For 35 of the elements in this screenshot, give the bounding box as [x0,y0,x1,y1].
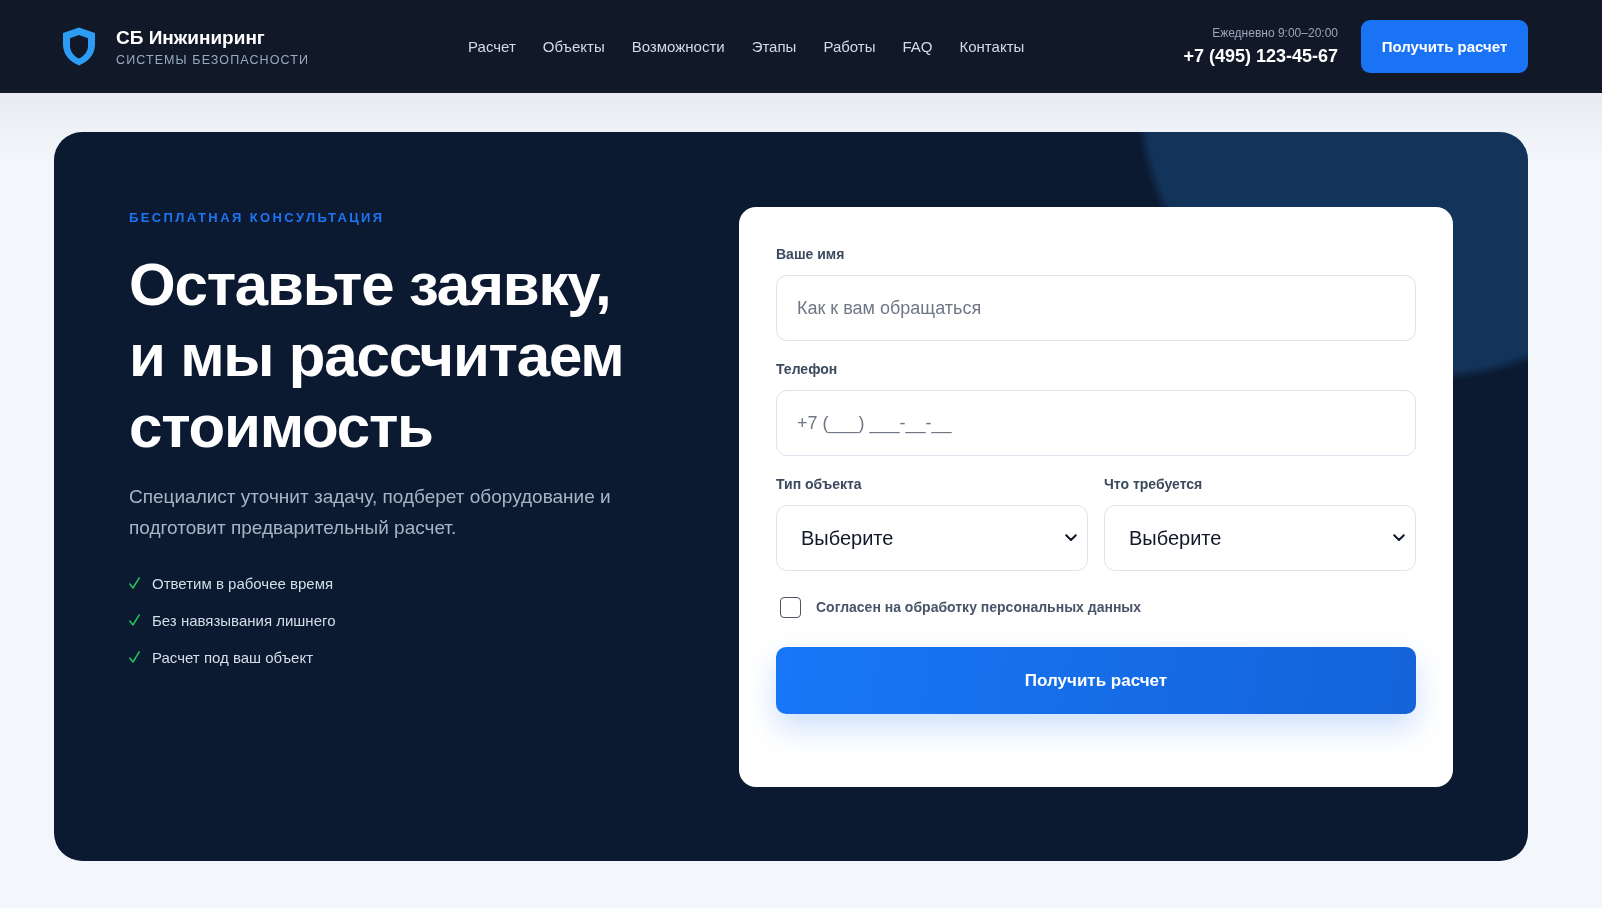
header-cta-button[interactable]: Получить расчет [1361,20,1528,73]
consent-checkbox[interactable] [780,596,801,618]
nav-link[interactable]: Работы [823,38,876,55]
input-field[interactable]: Как к вам обращаться [776,275,1416,341]
nav-link[interactable]: Объекты [542,38,605,55]
chevron-down-icon [1065,534,1077,542]
nav-link[interactable]: Возможности [631,38,725,55]
phone-number: +7 (495) 123-45-67 [1183,45,1338,67]
field-label: Что требуется [1104,475,1203,493]
field-label: Ваше имя [776,245,845,263]
hero-heading: Оставьте заявку, и мы рассчитаем стоимость [129,250,625,462]
field-label: Телефон [776,360,838,378]
consent-label: Согласен на обработку персональных данных [816,599,1142,615]
brand-tagline: СИСТЕМЫ БЕЗОПАСНОСТИ [116,51,309,68]
benefit-text: Без навязывания лишнего [152,611,336,629]
hero-description: Специалист уточнит задачу, подберет оборудование и подготовит предварительный расчет. [129,485,612,540]
brand-name: СБ Инжиниринг [116,25,265,49]
benefit-text: Расчет под ваш объект [152,648,314,666]
check-icon [129,577,140,589]
nav-link[interactable]: Этапы [751,38,797,55]
submit-button[interactable]: Получить расчет [776,647,1416,714]
select-dropdown[interactable]: Выберите [776,505,1088,571]
nav-link[interactable]: Расчет [468,38,516,55]
field-label: Тип объекта [776,475,862,493]
chevron-down-icon [1393,534,1405,542]
benefit-text: Ответим в рабочее время [152,574,334,592]
nav-link[interactable]: Контакты [959,38,1025,55]
select-dropdown[interactable]: Выберите [1104,505,1416,571]
input-field[interactable]: +7 (___) ___-__-__ [776,390,1416,456]
nav-link[interactable]: FAQ [902,38,933,55]
section-eyebrow: БЕСПЛАТНАЯ КОНСУЛЬТАЦИЯ [129,209,385,227]
working-hours: Ежедневно 9:00–20:00 [1212,26,1338,41]
shield-logo-icon [62,27,96,66]
check-icon [129,651,140,663]
check-icon [129,614,140,626]
